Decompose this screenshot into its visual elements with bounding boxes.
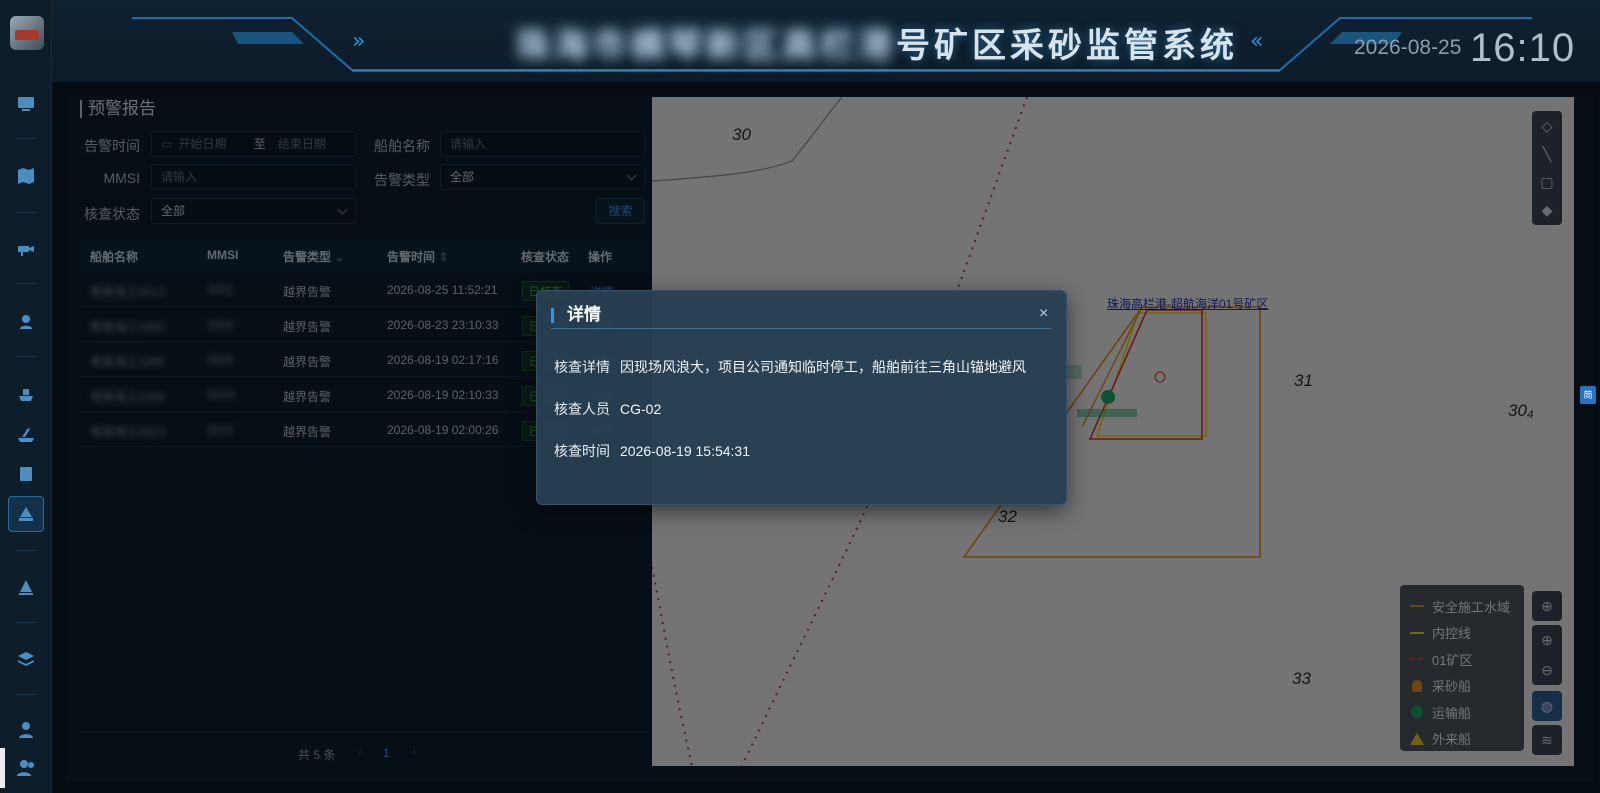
modal-header: 详情 × (551, 305, 1052, 329)
ship-icon[interactable] (8, 376, 44, 412)
check-detail-label: 核查详情 (554, 359, 610, 375)
detail-modal: 详情 × 核查详情 因现场风浪大，项目公司通知临时停工，船舶前往三角山锚地避风 核… (536, 290, 1067, 505)
checker-value: CG-02 (620, 401, 662, 417)
svg-text:«: « (1250, 29, 1263, 54)
page-title: 珠海市横琴新区高栏港 号矿区采砂监管系统 (512, 18, 1242, 66)
left-nav-rail (0, 0, 52, 793)
check-time-label: 核查时间 (554, 443, 610, 459)
check-time-row: 核查时间 2026-08-19 15:54:31 (554, 441, 750, 461)
checker-label: 核查人员 (554, 401, 610, 417)
location-icon[interactable] (8, 304, 44, 340)
map-icon[interactable] (8, 158, 44, 194)
check-detail-value: 因现场风浪大，项目公司通知临时停工，船舶前往三角山锚地避风 (620, 359, 1026, 375)
dredger-icon[interactable] (8, 416, 44, 452)
modal-title: 详情 (551, 305, 601, 325)
alarm-icon[interactable] (8, 496, 44, 532)
title-blurred-part: 珠海市横琴新区高栏港 (516, 26, 896, 65)
camera-icon[interactable] (8, 232, 44, 268)
users-icon[interactable] (8, 750, 44, 786)
check-time-value: 2026-08-19 15:54:31 (620, 443, 750, 459)
user-icon[interactable] (8, 712, 44, 748)
close-icon[interactable]: × (1039, 305, 1048, 323)
title-visible-part: 号矿区采砂监管系统 (896, 26, 1238, 65)
checker-row: 核查人员 CG-02 (554, 399, 661, 419)
rail-active-marker (0, 748, 5, 788)
check-detail-row: 核查详情 因现场风浪大，项目公司通知临时停工，船舶前往三角山锚地避风 (554, 357, 1026, 377)
svg-text:»: » (352, 29, 365, 54)
header-time: 16:10 (1470, 26, 1576, 70)
header-date: 2026-08-25 (1354, 36, 1462, 59)
monitor-icon[interactable] (8, 86, 44, 122)
header-bar: » « 珠海市横琴新区高栏港 号矿区采砂监管系统 2026-08-25 16:10 (52, 0, 1600, 82)
document-icon[interactable] (8, 456, 44, 492)
layers-icon[interactable] (8, 642, 44, 678)
app-root: » « 珠海市横琴新区高栏港 号矿区采砂监管系统 2026-08-25 16:10… (0, 0, 1600, 793)
side-tab[interactable]: 简 (1580, 386, 1596, 404)
sail-icon[interactable] (8, 570, 44, 606)
app-logo (10, 16, 44, 50)
